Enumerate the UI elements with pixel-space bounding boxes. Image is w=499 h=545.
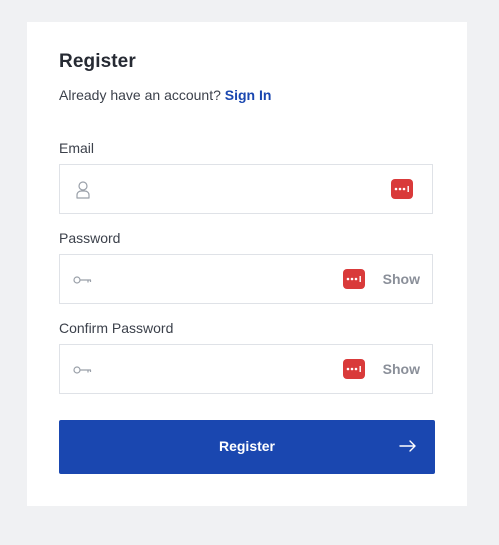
signin-prompt-text: Already have an account? <box>59 87 221 103</box>
password-field-container: Show <box>59 254 433 304</box>
key-icon <box>73 360 93 380</box>
password-label: Password <box>59 230 121 246</box>
key-icon <box>73 270 93 290</box>
signin-link[interactable]: Sign In <box>225 87 272 103</box>
password-manager-icon[interactable] <box>343 359 365 379</box>
show-confirm-password-toggle[interactable]: Show <box>383 361 420 377</box>
email-input[interactable] <box>104 165 334 213</box>
confirm-password-label: Confirm Password <box>59 320 174 336</box>
password-input[interactable] <box>104 255 334 303</box>
register-button[interactable]: Register <box>59 420 435 474</box>
show-password-toggle[interactable]: Show <box>383 271 420 287</box>
password-manager-icon[interactable] <box>343 269 365 289</box>
email-label: Email <box>59 140 95 156</box>
arrow-right-icon <box>399 439 417 453</box>
email-field-container <box>59 164 433 214</box>
register-button-label: Register <box>218 438 276 454</box>
register-card: Register Already have an account? Sign I… <box>27 22 467 506</box>
confirm-password-field-container: Show <box>59 344 433 394</box>
signin-prompt: Already have an account? Sign In <box>59 87 271 103</box>
password-manager-icon[interactable] <box>391 179 413 199</box>
page-title: Register <box>59 51 136 72</box>
user-icon <box>73 180 93 200</box>
confirm-password-input[interactable] <box>104 345 334 393</box>
